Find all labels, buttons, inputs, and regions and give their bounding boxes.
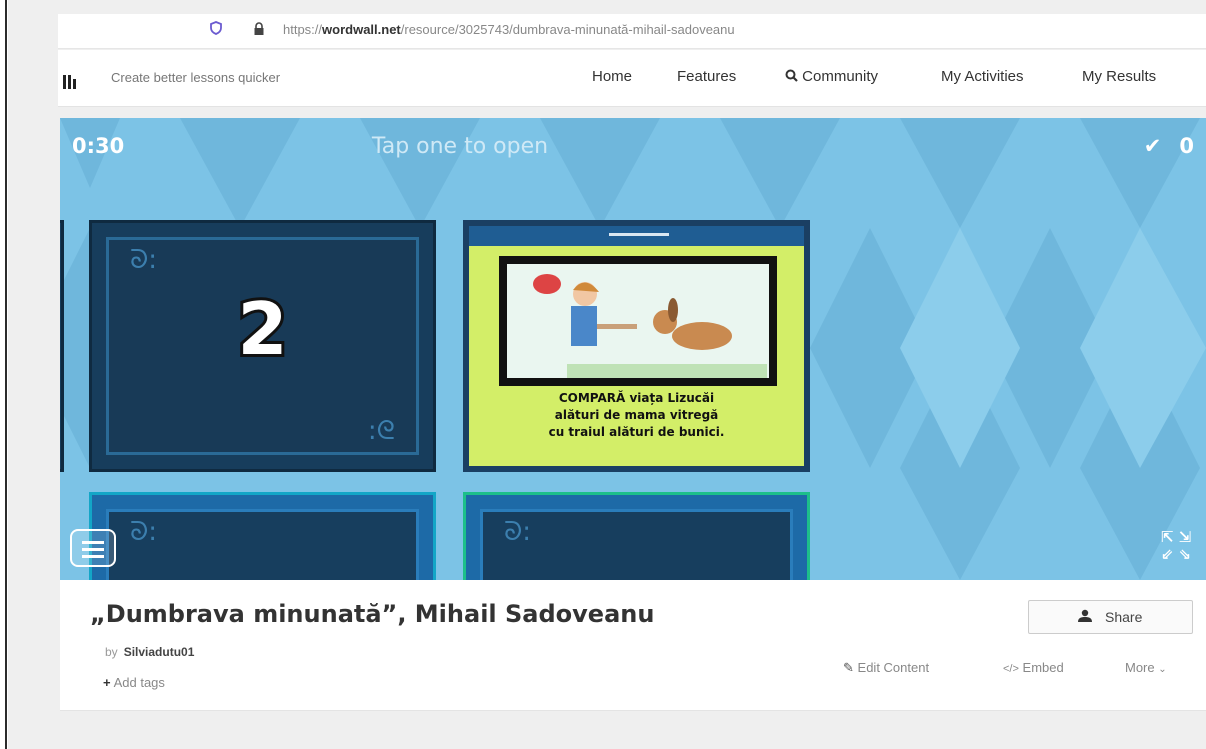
embed-label: Embed (1022, 660, 1064, 675)
nav-features[interactable]: Features (677, 68, 736, 85)
nav-home[interactable]: Home (592, 68, 632, 85)
nav-community-label: Community (802, 68, 879, 85)
card-closed[interactable]: ᘐ: (463, 492, 810, 580)
score: ✔ 0 (1144, 134, 1194, 158)
card-open[interactable]: COMPARĂ viața Lizucăi alături de mama vi… (463, 220, 810, 472)
search-icon (785, 69, 798, 82)
by-label: by (105, 645, 118, 659)
author-link[interactable]: Silviadutu01 (124, 645, 195, 659)
add-tags-link[interactable]: + Add tags (103, 675, 165, 690)
girl-dog-illustration (507, 264, 769, 378)
share-button[interactable]: Share (1028, 600, 1193, 634)
logo-icon[interactable] (63, 70, 78, 89)
instruction-text: Tap one to open (371, 134, 549, 159)
plus-icon: + (103, 675, 111, 690)
share-label: Share (1105, 609, 1143, 625)
add-tags-label: Add tags (113, 675, 165, 690)
author-line: by Silviadutu01 (105, 645, 194, 659)
edit-content-label: Edit Content (857, 660, 930, 675)
chevron-down-icon: ⌄ (1158, 664, 1167, 675)
embed-button[interactable]: </> Embed (1003, 660, 1064, 675)
edit-content-button[interactable]: ✎ Edit Content (843, 660, 929, 676)
card-number: 2 (234, 284, 290, 374)
url-text[interactable]: https://wordwall.net/resource/3025743/du… (283, 22, 735, 37)
nav-community[interactable]: Community (785, 68, 878, 85)
swirl-icon: ᘐ: (130, 245, 158, 275)
nav-my-activities[interactable]: My Activities (941, 68, 1024, 85)
code-icon: </> (1003, 663, 1019, 675)
nav-my-results[interactable]: My Results (1082, 68, 1156, 85)
site-tagline: Create better lessons quicker (111, 70, 281, 85)
fullscreen-icon[interactable]: ⇱ ⇲ ⇙ ⇘ (1156, 529, 1196, 567)
card-topbar (469, 226, 804, 246)
caption-line: alături de mama vitregă (554, 408, 719, 422)
card-closed[interactable]: ᘐ: (89, 492, 436, 580)
swirl-icon: ᘐ: (504, 517, 532, 547)
caption-line: cu traiul alături de bunici. (548, 425, 725, 439)
swirl-icon: ᘐ: (130, 517, 158, 547)
menu-button[interactable] (70, 529, 116, 567)
caption-line: COMPARĂ viața Lizucăi (558, 391, 715, 405)
pencil-icon: ✎ (843, 660, 854, 675)
window-edge (5, 0, 7, 749)
shield-icon[interactable] (209, 21, 223, 35)
activity-title: „Dumbrava minunată”, Mihail Sadoveanu (90, 600, 655, 628)
card-caption: COMPARĂ viața Lizucăi alături de mama vi… (469, 390, 804, 441)
lock-icon[interactable] (252, 22, 266, 36)
more-button[interactable]: More ⌄ (1125, 660, 1167, 675)
game-area: 0:30 Tap one to open ✔ 0 ᘐ: :ᘓ 2 COMPARĂ… (60, 118, 1206, 580)
user-icon (1078, 609, 1092, 622)
card-partial[interactable] (60, 220, 64, 472)
card-image (499, 256, 777, 386)
more-label: More (1125, 660, 1155, 675)
swirl-icon: :ᘓ (367, 416, 395, 446)
card-closed[interactable]: ᘐ: :ᘓ 2 (89, 220, 436, 472)
score-value: 0 (1179, 134, 1194, 158)
check-icon: ✔ (1143, 134, 1162, 158)
